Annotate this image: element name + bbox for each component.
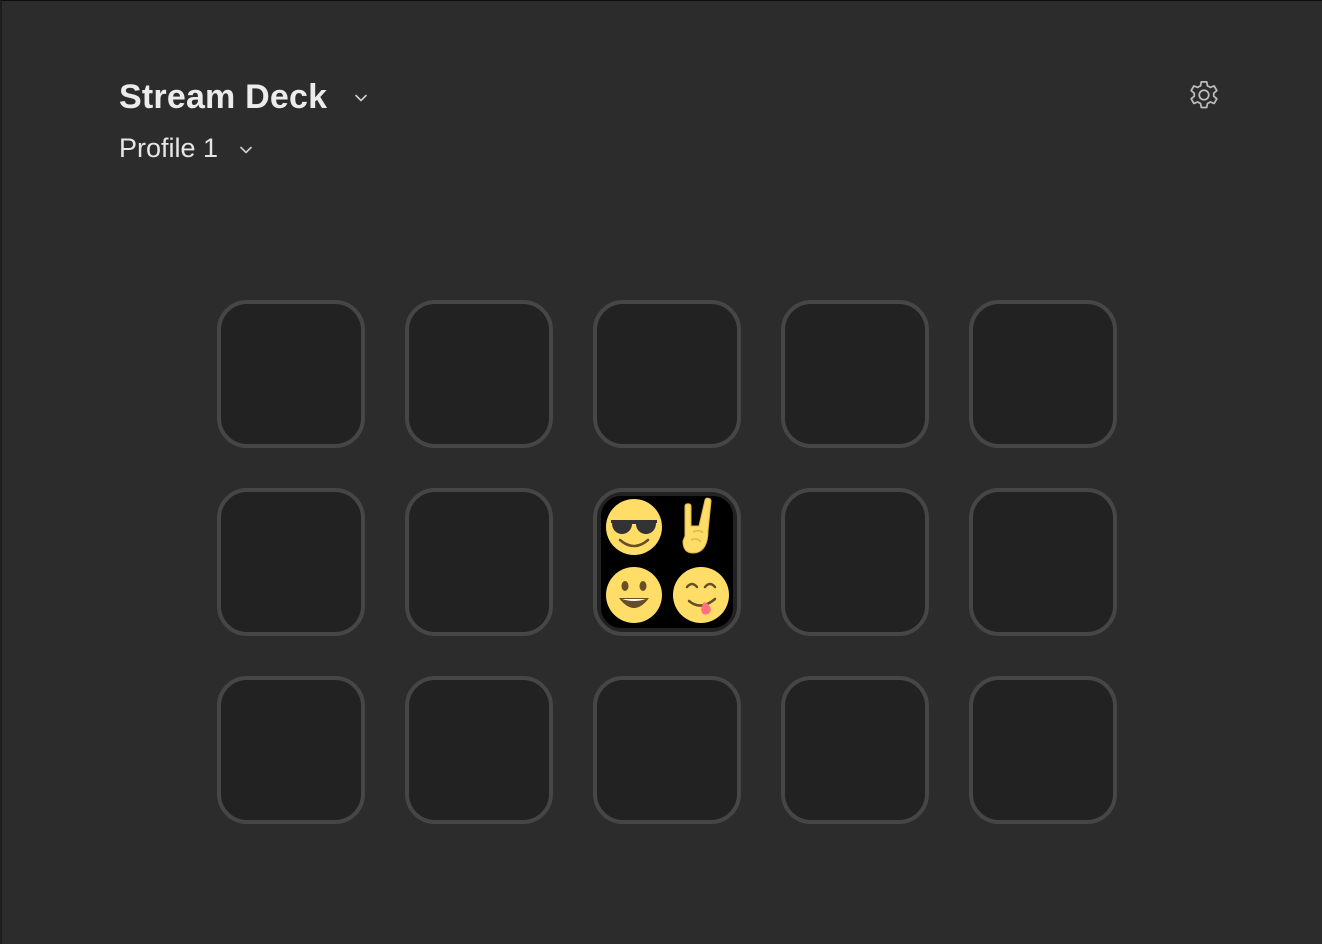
key-slot[interactable] [217,488,365,636]
key-slot[interactable] [405,488,553,636]
profile-title: Profile 1 [119,132,219,163]
emoji-collection-icon [601,496,733,628]
settings-button[interactable] [1183,74,1225,116]
chevron-down-icon [355,89,368,102]
key-slot[interactable] [593,676,741,824]
key-slot[interactable] [781,488,929,636]
key-slot[interactable] [781,676,929,824]
key-slot[interactable] [969,300,1117,448]
key-grid [217,300,1117,824]
grinning-face-icon [606,567,662,623]
key-slot[interactable] [405,676,553,824]
key-slot[interactable] [781,300,929,448]
key-slot-emoji[interactable] [593,488,741,636]
key-slot[interactable] [217,300,365,448]
key-slot[interactable] [593,300,741,448]
device-title: Stream Deck [119,77,328,116]
face-savoring-food-icon [673,567,729,623]
key-slot[interactable] [969,488,1117,636]
key-slot[interactable] [217,676,365,824]
device-selector[interactable]: Stream Deck [119,75,368,119]
smiling-face-with-sunglasses-icon [606,499,662,555]
key-slot[interactable] [405,300,553,448]
sign-of-the-horns-icon [682,497,712,554]
key-slot[interactable] [969,676,1117,824]
gear-icon [1190,80,1218,109]
profile-selector[interactable]: Profile 1 [119,129,252,167]
chevron-down-icon [240,141,252,154]
